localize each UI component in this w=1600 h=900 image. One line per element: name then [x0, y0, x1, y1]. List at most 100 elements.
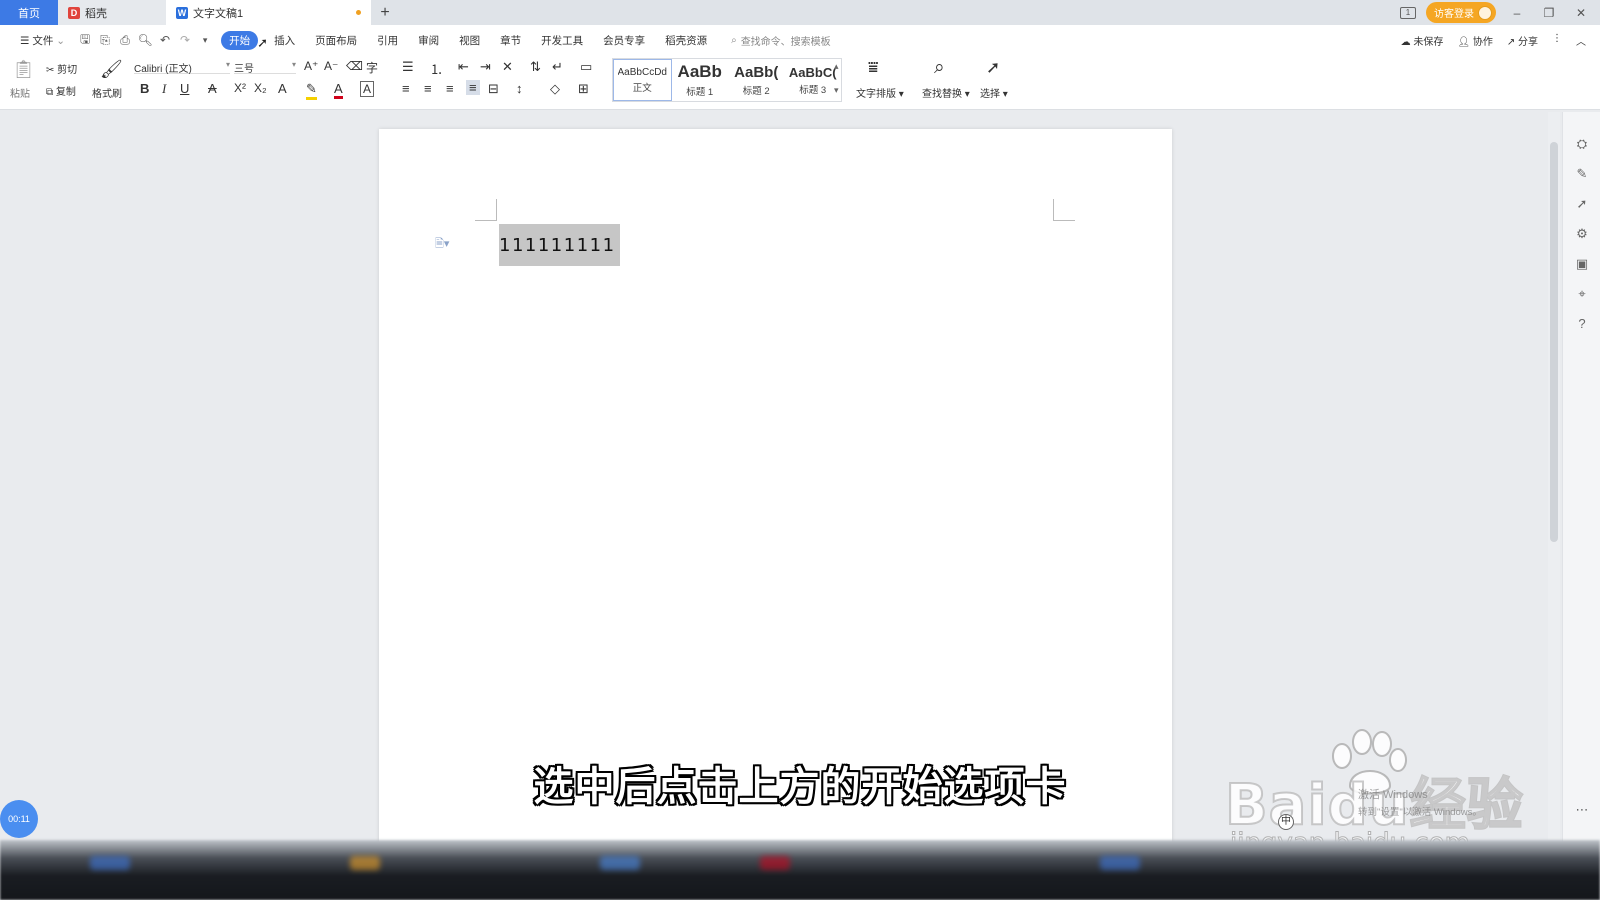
phonetic-guide-icon[interactable]: 字: [366, 59, 378, 76]
sort-icon[interactable]: ⇅: [530, 59, 541, 75]
ime-indicator[interactable]: 中: [1278, 814, 1294, 830]
unsaved-button[interactable]: ☁ 未保存: [1401, 33, 1444, 48]
char-border-icon[interactable]: A: [360, 81, 375, 97]
align-right-icon[interactable]: ≡: [446, 81, 454, 96]
minimize-icon[interactable]: –: [1506, 6, 1528, 20]
decrease-indent-icon[interactable]: ⇤: [458, 59, 469, 75]
underline-icon[interactable]: U: [180, 81, 189, 96]
table-tools-icon[interactable]: ▭: [580, 59, 592, 75]
tab-start[interactable]: 开始 ➚: [221, 30, 268, 50]
tab-references[interactable]: 引用: [367, 33, 408, 48]
tab-view[interactable]: 视图: [449, 33, 490, 48]
style-heading-1[interactable]: AaBb 标题 1: [672, 59, 729, 101]
print-preview-icon[interactable]: 🔍︎: [135, 33, 155, 47]
align-center-icon[interactable]: ≡: [424, 81, 432, 96]
collapse-ribbon-icon[interactable]: ︿: [1576, 33, 1586, 48]
command-search[interactable]: ⌕ 查找命令、搜索模板: [717, 33, 831, 48]
customize-toolbar-icon[interactable]: ▾: [195, 35, 215, 46]
borders-icon[interactable]: ⊞: [578, 81, 589, 97]
paste-icon[interactable]: 📋︎: [12, 59, 35, 80]
location-icon[interactable]: ⌖: [1574, 286, 1590, 302]
styles-scroll-up-icon[interactable]: ▴: [834, 61, 839, 72]
styles-expand-icon[interactable]: ▾: [834, 85, 839, 96]
scrollbar-thumb[interactable]: [1550, 142, 1558, 542]
print-icon[interactable]: ⎙: [115, 33, 135, 48]
image-tools-icon[interactable]: ▣: [1574, 256, 1590, 272]
format-painter-icon[interactable]: 🖌︎: [100, 59, 123, 80]
style-panel-icon[interactable]: ⛭: [1574, 136, 1590, 152]
new-tab-button[interactable]: +: [371, 0, 399, 25]
save-icon[interactable]: 🖫: [75, 30, 95, 51]
paragraph-options-icon[interactable]: 🗎︎▾: [435, 235, 449, 254]
style-heading-2[interactable]: AaBb( 标题 2: [728, 59, 785, 101]
format-painter-button[interactable]: 格式刷: [92, 85, 122, 100]
font-color-icon[interactable]: A: [334, 81, 343, 99]
tab-chapter[interactable]: 章节: [490, 33, 531, 48]
font-size-select[interactable]: 三号 ▾: [234, 60, 296, 75]
grow-font-icon[interactable]: A⁺: [304, 59, 318, 73]
collaborate-button[interactable]: 👤︎ 协作: [1457, 33, 1492, 48]
tab-document[interactable]: W 文字文稿1: [166, 0, 371, 25]
tab-insert[interactable]: 插入: [264, 33, 305, 48]
increase-indent-icon[interactable]: ⇥: [480, 59, 491, 75]
italic-icon[interactable]: I: [162, 81, 166, 97]
export-pdf-icon[interactable]: ⎘: [95, 33, 115, 48]
more-icon[interactable]: ⋮: [1552, 33, 1562, 48]
line-spacing-icon[interactable]: ↕: [516, 81, 523, 96]
bold-icon[interactable]: B: [140, 81, 149, 96]
tab-review[interactable]: 审阅: [408, 33, 449, 48]
text-layout-button[interactable]: 文字排版 ▾: [856, 85, 904, 100]
show-marks-icon[interactable]: ↵: [552, 59, 563, 75]
shading-icon[interactable]: ◇: [550, 81, 560, 97]
restore-icon[interactable]: ❐: [1538, 6, 1560, 20]
guest-login-button[interactable]: 访客登录: [1426, 2, 1496, 23]
tab-member[interactable]: 会员专享: [593, 33, 655, 48]
align-left-icon[interactable]: ≡: [402, 81, 410, 96]
settings-sliders-icon[interactable]: ⚙: [1574, 226, 1590, 242]
share-button[interactable]: ↗ 分享: [1507, 33, 1538, 48]
tab-home[interactable]: 首页: [0, 0, 58, 25]
find-replace-icon[interactable]: ⌕: [934, 57, 945, 79]
select-arrow-icon[interactable]: ➚: [1574, 196, 1590, 212]
redo-icon[interactable]: ↷: [175, 33, 195, 47]
tab-page-layout[interactable]: 页面布局: [305, 33, 367, 48]
taskbar-app-icon[interactable]: [90, 856, 130, 870]
close-icon[interactable]: ✕: [1570, 6, 1592, 20]
paste-button[interactable]: 粘贴: [10, 85, 30, 100]
font-name-select[interactable]: Calibri (正文) ▾: [134, 60, 230, 75]
justify-icon[interactable]: ≡: [466, 80, 480, 95]
text-layout-icon[interactable]: ⩸: [868, 58, 878, 78]
shrink-font-icon[interactable]: A⁻: [324, 59, 338, 73]
chinese-layout-icon[interactable]: ✕: [502, 59, 513, 75]
numbered-list-icon[interactable]: ⒈: [430, 59, 443, 78]
distributed-icon[interactable]: ⊟: [488, 81, 499, 97]
taskbar-app-icon[interactable]: [350, 856, 380, 870]
select-button[interactable]: 选择 ▾: [980, 85, 1008, 100]
selected-text[interactable]: 111111111: [499, 224, 620, 266]
subscript-icon[interactable]: X₂: [254, 81, 267, 95]
tab-daoke-resources[interactable]: 稻壳资源: [655, 33, 717, 48]
file-menu[interactable]: ☰ 文件 ⌄: [10, 33, 75, 48]
help-icon[interactable]: ?: [1574, 316, 1590, 332]
undo-icon[interactable]: ↶: [155, 33, 175, 47]
layout-switch-icon[interactable]: 1: [1400, 6, 1416, 19]
text-effect-icon[interactable]: A: [278, 81, 287, 96]
style-heading-3[interactable]: AaBbC( 标题 3: [785, 59, 842, 101]
superscript-icon[interactable]: X²: [234, 81, 246, 95]
tab-developer[interactable]: 开发工具: [531, 33, 593, 48]
taskbar-app-icon[interactable]: [760, 856, 790, 870]
style-normal[interactable]: AaBbCcDd 正文: [613, 59, 672, 101]
taskbar-app-icon[interactable]: [600, 856, 640, 870]
document-page[interactable]: 🗎︎▾ 111111111: [379, 129, 1172, 849]
cut-button[interactable]: ✂ 剪切: [46, 61, 77, 76]
taskbar-app-icon[interactable]: [1100, 856, 1140, 870]
vertical-scrollbar[interactable]: [1548, 112, 1560, 840]
tab-daoke[interactable]: D 稻壳: [58, 0, 166, 25]
bullet-list-icon[interactable]: ☰: [402, 59, 414, 75]
select-pointer-icon[interactable]: ➚: [986, 58, 1000, 78]
strikethrough-icon[interactable]: A: [208, 81, 217, 96]
find-replace-button[interactable]: 查找替换 ▾: [922, 85, 970, 100]
clear-format-icon[interactable]: ⌫: [346, 59, 363, 73]
edit-pen-icon[interactable]: ✎: [1574, 166, 1590, 182]
copy-button[interactable]: ⧉ 复制: [46, 83, 76, 98]
